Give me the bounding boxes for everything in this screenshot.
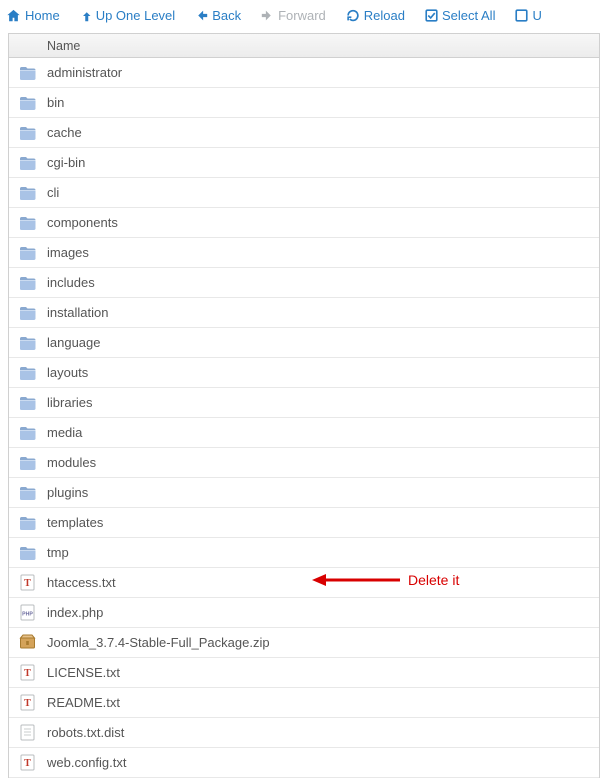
- item-name: htaccess.txt: [47, 575, 599, 590]
- item-name: templates: [47, 515, 599, 530]
- zip-icon: [9, 634, 47, 651]
- reload-label: Reload: [364, 8, 405, 23]
- back-button[interactable]: Back: [195, 8, 241, 23]
- unselect-label: U: [532, 8, 541, 23]
- item-name: index.php: [47, 605, 599, 620]
- item-name: modules: [47, 455, 599, 470]
- folder-icon: [9, 124, 47, 141]
- item-name: Joomla_3.7.4-Stable-Full_Package.zip: [47, 635, 599, 650]
- item-name: README.txt: [47, 695, 599, 710]
- txt-icon: [9, 664, 47, 681]
- column-name-header[interactable]: Name: [47, 39, 80, 53]
- folder-icon: [9, 214, 47, 231]
- list-item[interactable]: htaccess.txt: [9, 568, 599, 598]
- list-item[interactable]: cgi-bin: [9, 148, 599, 178]
- folder-icon: [9, 514, 47, 531]
- item-name: cli: [47, 185, 599, 200]
- check-square-icon: [425, 9, 438, 22]
- item-name: installation: [47, 305, 599, 320]
- home-icon: [6, 9, 21, 23]
- folder-icon: [9, 244, 47, 261]
- folder-icon: [9, 304, 47, 321]
- list-item[interactable]: README.txt: [9, 688, 599, 718]
- php-icon: [9, 604, 47, 621]
- column-header-row: Name: [9, 34, 599, 58]
- item-name: images: [47, 245, 599, 260]
- folder-icon: [9, 184, 47, 201]
- arrow-left-icon: [195, 9, 208, 22]
- list-item[interactable]: layouts: [9, 358, 599, 388]
- item-name: media: [47, 425, 599, 440]
- item-name: layouts: [47, 365, 599, 380]
- item-name: administrator: [47, 65, 599, 80]
- select-all-label: Select All: [442, 8, 495, 23]
- folder-icon: [9, 334, 47, 351]
- list-item[interactable]: index.php: [9, 598, 599, 628]
- list-item[interactable]: templates: [9, 508, 599, 538]
- list-item[interactable]: components: [9, 208, 599, 238]
- list-item[interactable]: robots.txt.dist: [9, 718, 599, 748]
- list-item[interactable]: libraries: [9, 388, 599, 418]
- folder-icon: [9, 454, 47, 471]
- list-item[interactable]: plugins: [9, 478, 599, 508]
- txt-icon: [9, 574, 47, 591]
- folder-icon: [9, 274, 47, 291]
- list-item[interactable]: images: [9, 238, 599, 268]
- up-button[interactable]: Up One Level: [80, 8, 176, 23]
- item-name: includes: [47, 275, 599, 290]
- item-name: robots.txt.dist: [47, 725, 599, 740]
- arrow-right-icon: [261, 9, 274, 22]
- list-item[interactable]: Joomla_3.7.4-Stable-Full_Package.zip: [9, 628, 599, 658]
- square-icon: [515, 9, 528, 22]
- item-name: LICENSE.txt: [47, 665, 599, 680]
- folder-icon: [9, 94, 47, 111]
- item-name: tmp: [47, 545, 599, 560]
- list-item[interactable]: bin: [9, 88, 599, 118]
- item-name: components: [47, 215, 599, 230]
- txt-icon: [9, 754, 47, 771]
- file-icon: [9, 724, 47, 741]
- folder-icon: [9, 154, 47, 171]
- item-name: libraries: [47, 395, 599, 410]
- item-name: web.config.txt: [47, 755, 599, 770]
- folder-icon: [9, 364, 47, 381]
- item-name: language: [47, 335, 599, 350]
- item-name: cgi-bin: [47, 155, 599, 170]
- item-name: cache: [47, 125, 599, 140]
- folder-icon: [9, 424, 47, 441]
- txt-icon: [9, 694, 47, 711]
- list-item[interactable]: cli: [9, 178, 599, 208]
- home-button[interactable]: Home: [6, 8, 60, 23]
- list-item[interactable]: includes: [9, 268, 599, 298]
- list-item[interactable]: installation: [9, 298, 599, 328]
- reload-button[interactable]: Reload: [346, 8, 405, 23]
- up-label: Up One Level: [96, 8, 176, 23]
- level-up-icon: [80, 9, 92, 23]
- list-item[interactable]: LICENSE.txt: [9, 658, 599, 688]
- forward-button[interactable]: Forward: [261, 8, 326, 23]
- unselect-button[interactable]: U: [515, 8, 541, 23]
- forward-label: Forward: [278, 8, 326, 23]
- toolbar: Home Up One Level Back Forward Reload Se…: [0, 0, 600, 33]
- folder-icon: [9, 64, 47, 81]
- select-all-button[interactable]: Select All: [425, 8, 495, 23]
- item-name: plugins: [47, 485, 599, 500]
- folder-icon: [9, 484, 47, 501]
- list-item[interactable]: language: [9, 328, 599, 358]
- list-item[interactable]: media: [9, 418, 599, 448]
- home-label: Home: [25, 8, 60, 23]
- list-item[interactable]: modules: [9, 448, 599, 478]
- folder-icon: [9, 544, 47, 561]
- item-name: bin: [47, 95, 599, 110]
- list-item[interactable]: cache: [9, 118, 599, 148]
- file-list: Name administrator bin cache cgi-bin cli comp…: [8, 33, 600, 778]
- reload-icon: [346, 9, 360, 22]
- back-label: Back: [212, 8, 241, 23]
- list-item[interactable]: tmp: [9, 538, 599, 568]
- list-item[interactable]: administrator: [9, 58, 599, 88]
- folder-icon: [9, 394, 47, 411]
